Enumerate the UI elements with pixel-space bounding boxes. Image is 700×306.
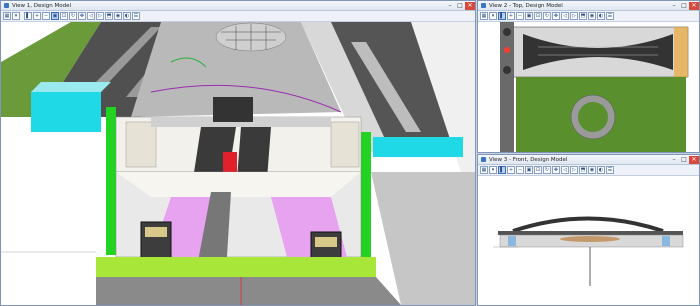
zoom-in-icon[interactable]: + — [33, 12, 41, 20]
rotate-icon[interactable]: ↻ — [543, 166, 551, 174]
view3-title: View 3 - Front, Design Model — [489, 156, 568, 163]
window-area-icon[interactable]: ▣ — [525, 166, 533, 174]
rotate-icon[interactable]: ↻ — [69, 12, 77, 20]
view2-toolbar: ▦ ▾ ▌ + − ▣ ⊡ ↻ ✥ ◁ ▷ ⬒ ◉ ◐ ☰ — [478, 11, 699, 22]
display-style-icon[interactable]: ▾ — [489, 12, 497, 20]
view1-title: View 1, Design Model — [12, 2, 72, 9]
track-floor — [96, 257, 376, 277]
close-button[interactable]: ✕ — [689, 1, 699, 10]
cyan-wall-right — [373, 137, 463, 157]
view2-window[interactable]: View 2 - Top, Design Model – □ ✕ ▦ ▾ ▌ +… — [477, 0, 700, 153]
minimize-button[interactable]: – — [669, 2, 679, 10]
view-window-icon — [481, 157, 486, 162]
view3-toolbar: ▦ ▾ ▌ + − ▣ ⊡ ↻ ✥ ◁ ▷ ⬒ ◉ ◐ ☰ — [478, 165, 699, 176]
zoom-in-icon[interactable]: + — [507, 166, 515, 174]
view1-viewport[interactable] — [1, 22, 475, 305]
camera-icon[interactable]: ◉ — [588, 166, 596, 174]
next-view-icon[interactable]: ▷ — [570, 166, 578, 174]
pan-icon[interactable]: ✥ — [552, 12, 560, 20]
view-attributes-icon[interactable]: ▦ — [3, 12, 11, 20]
rotate-icon[interactable]: ↻ — [543, 12, 551, 20]
render-icon[interactable]: ◐ — [597, 12, 605, 20]
view3-titlebar[interactable]: View 3 - Front, Design Model – □ ✕ — [478, 155, 699, 165]
pan-icon[interactable]: ✥ — [552, 166, 560, 174]
previous-view-icon[interactable]: ◁ — [87, 12, 95, 20]
camera-icon[interactable]: ◉ — [588, 12, 596, 20]
view-toggles-icon[interactable]: ☰ — [132, 12, 140, 20]
camera-icon[interactable]: ◉ — [114, 12, 122, 20]
display-style-icon[interactable]: ▾ — [489, 166, 497, 174]
view1-window[interactable]: View 1, Design Model – □ ✕ ▦ ▾ ▌ + − ▣ ⊡… — [0, 0, 476, 306]
view2-viewport[interactable] — [478, 22, 699, 152]
green-wall-left — [106, 107, 116, 255]
render-icon[interactable]: ◐ — [597, 166, 605, 174]
view-window-icon — [481, 3, 486, 8]
view2-titlebar[interactable]: View 2 - Top, Design Model – □ ✕ — [478, 1, 699, 11]
zoom-in-icon[interactable]: + — [507, 12, 515, 20]
cyan-wall-left — [31, 92, 101, 132]
view1-toolbar: ▦ ▾ ▌ + − ▣ ⊡ ↻ ✥ ◁ ▷ ⬒ ◉ ◐ ☰ — [1, 11, 475, 22]
green-wall-right — [361, 132, 371, 262]
station-front-elevation — [478, 176, 699, 305]
minimize-button[interactable]: – — [445, 2, 455, 10]
clip-volume-icon[interactable]: ⬒ — [579, 166, 587, 174]
next-view-icon[interactable]: ▷ — [96, 12, 104, 20]
update-icon[interactable]: ▌ — [24, 12, 32, 20]
previous-view-icon[interactable]: ◁ — [561, 166, 569, 174]
view-attributes-icon[interactable]: ▦ — [480, 12, 488, 20]
maximize-button[interactable]: □ — [679, 156, 689, 164]
station-3d-model — [1, 22, 475, 305]
zoom-out-icon[interactable]: − — [516, 166, 524, 174]
view-attributes-icon[interactable]: ▦ — [480, 166, 488, 174]
maximize-button[interactable]: □ — [679, 2, 689, 10]
update-icon[interactable]: ▌ — [498, 12, 506, 20]
view2-title: View 2 - Top, Design Model — [489, 2, 563, 9]
previous-view-icon[interactable]: ◁ — [561, 12, 569, 20]
view-window-icon — [4, 3, 9, 8]
pan-icon[interactable]: ✥ — [78, 12, 86, 20]
minimize-button[interactable]: – — [669, 156, 679, 164]
escalator-top — [213, 97, 253, 122]
display-style-icon[interactable]: ▾ — [12, 12, 20, 20]
clip-volume-icon[interactable]: ⬒ — [579, 12, 587, 20]
next-view-icon[interactable]: ▷ — [570, 12, 578, 20]
zoom-out-icon[interactable]: − — [42, 12, 50, 20]
fit-view-icon[interactable]: ⊡ — [60, 12, 68, 20]
view3-window[interactable]: View 3 - Front, Design Model – □ ✕ ▦ ▾ ▌… — [477, 154, 700, 306]
fit-view-icon[interactable]: ⊡ — [534, 12, 542, 20]
window-area-icon[interactable]: ▣ — [51, 12, 59, 20]
update-icon[interactable]: ▌ — [498, 166, 506, 174]
maximize-button[interactable]: □ — [455, 2, 465, 10]
toolbar-separator — [21, 12, 23, 20]
close-button[interactable]: ✕ — [689, 155, 699, 164]
render-icon[interactable]: ◐ — [123, 12, 131, 20]
view3-viewport[interactable] — [478, 176, 699, 305]
view1-titlebar[interactable]: View 1, Design Model – □ ✕ — [1, 1, 475, 11]
station-top-plan — [478, 22, 699, 152]
zoom-out-icon[interactable]: − — [516, 12, 524, 20]
view-toggles-icon[interactable]: ☰ — [606, 12, 614, 20]
fit-view-icon[interactable]: ⊡ — [534, 166, 542, 174]
view-toggles-icon[interactable]: ☰ — [606, 166, 614, 174]
close-button[interactable]: ✕ — [465, 1, 475, 10]
window-area-icon[interactable]: ▣ — [525, 12, 533, 20]
clip-volume-icon[interactable]: ⬒ — [105, 12, 113, 20]
